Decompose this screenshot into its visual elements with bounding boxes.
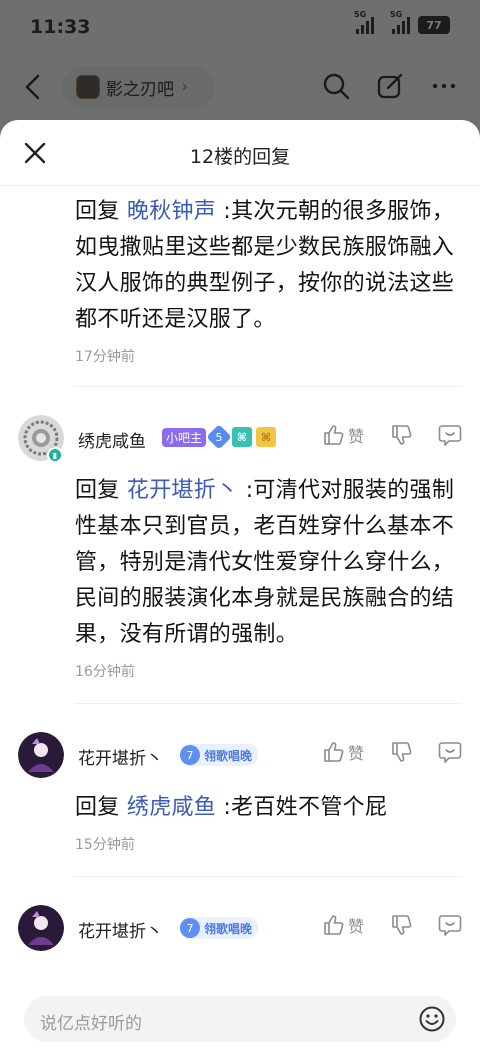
reply-prefix: 回复 bbox=[75, 199, 120, 224]
reply-input-bar: 说亿点好听的 bbox=[0, 986, 480, 1056]
avatar[interactable] bbox=[18, 732, 64, 778]
status-time: 11:33 bbox=[30, 16, 91, 38]
username[interactable]: 花开堪折丶 bbox=[78, 744, 163, 769]
reply-list[interactable]: 回复 晚秋钟声 :其次元朝的很多服饰，如曳撒贴里这些都是少数民族服饰融入汉人服饰… bbox=[0, 186, 480, 986]
comment-icon[interactable] bbox=[438, 741, 462, 763]
input-placeholder: 说亿点好听的 bbox=[40, 1014, 142, 1034]
thumbs-down-icon[interactable] bbox=[390, 424, 412, 446]
reply-prefix: 回复 bbox=[75, 795, 120, 820]
role-badge: 小吧主 bbox=[162, 427, 207, 447]
medal-icon-2: ⌘ bbox=[256, 427, 277, 447]
comment-icon[interactable] bbox=[438, 424, 462, 446]
medal-icon: ⌘ bbox=[232, 427, 253, 447]
status-indicators: 5G 5G 77 bbox=[354, 10, 450, 34]
reply-prefix: 回复 bbox=[75, 478, 120, 503]
forum-chip[interactable]: 影之刃吧 › bbox=[62, 66, 214, 108]
reply-text[interactable]: 回复 花开堪折丶 :可清代对服装的强制性基本只到官员，老百姓穿什么基本不管，特别… bbox=[75, 473, 462, 653]
thumbs-up-icon bbox=[324, 742, 344, 762]
reply-item: 回复 晚秋钟声 :其次元朝的很多服饰，如曳撒贴里这些都是少数民族服饰融入汉人服饰… bbox=[0, 186, 480, 387]
member-badge-icon: ▮ bbox=[47, 447, 63, 463]
emoji-icon[interactable] bbox=[418, 1005, 446, 1033]
reply-time: 16分钟前 bbox=[75, 664, 135, 680]
thumbs-up-icon bbox=[324, 425, 344, 445]
nav-actions bbox=[322, 72, 458, 100]
forum-name: 影之刃吧 bbox=[106, 79, 174, 100]
username[interactable]: 绣虎咸鱼 bbox=[78, 427, 146, 452]
avatar[interactable] bbox=[18, 905, 64, 951]
status-bar: 11:33 5G 5G 77 bbox=[0, 0, 480, 56]
user-badges: 7 翎歌唱晚 bbox=[180, 917, 259, 939]
mention-link[interactable]: 绣虎咸鱼 bbox=[127, 795, 216, 820]
thumbs-down-icon[interactable] bbox=[390, 741, 412, 763]
reply-actions: 赞 bbox=[322, 740, 462, 764]
reply-text[interactable]: 回复 绣虎咸鱼 :老百姓不管个屁 bbox=[75, 790, 462, 826]
signal-icon-2: 5G bbox=[390, 10, 410, 34]
mention-link[interactable]: 晚秋钟声 bbox=[127, 199, 216, 224]
mention-link[interactable]: 花开堪折丶 bbox=[127, 478, 239, 503]
back-icon[interactable] bbox=[22, 72, 44, 102]
group-badge: 7 翎歌唱晚 bbox=[180, 917, 259, 939]
signal-icon: 5G bbox=[354, 10, 374, 34]
background-nav: 影之刃吧 › bbox=[0, 60, 480, 116]
reply-actions: 赞 bbox=[322, 423, 462, 447]
reply-sheet: 12楼的回复 回复 晚秋钟声 :其次元朝的很多服饰，如曳撒贴里这些都是少数民族服… bbox=[0, 120, 480, 1056]
search-icon[interactable] bbox=[322, 72, 350, 100]
group-level: 7 bbox=[180, 745, 200, 765]
sheet-title: 12楼的回复 bbox=[189, 146, 291, 168]
user-row: ▮ 绣虎咸鱼 小吧主 5 ⌘ ⌘ 赞 bbox=[0, 409, 480, 463]
like-button[interactable]: 赞 bbox=[322, 423, 364, 447]
thumbs-up-icon bbox=[324, 915, 344, 935]
forum-avatar bbox=[76, 75, 100, 99]
reply-time: 17分钟前 bbox=[75, 349, 135, 365]
reply-body: :老百姓不管个屁 bbox=[216, 795, 388, 820]
group-name: 翎歌唱晚 bbox=[204, 748, 253, 763]
like-button[interactable]: 赞 bbox=[322, 740, 364, 764]
level-badge: 5 bbox=[206, 424, 232, 450]
username[interactable]: 花开堪折丶 bbox=[78, 917, 163, 942]
group-name: 翎歌唱晚 bbox=[204, 921, 253, 936]
more-icon[interactable] bbox=[430, 72, 458, 100]
edit-icon[interactable] bbox=[376, 72, 404, 100]
like-button[interactable]: 赞 bbox=[322, 913, 364, 937]
user-badges: 7 翎歌唱晚 bbox=[180, 744, 259, 766]
comment-icon[interactable] bbox=[438, 914, 462, 936]
reply-item: 花开堪折丶 7 翎歌唱晚 赞 bbox=[0, 877, 480, 951]
thumbs-down-icon[interactable] bbox=[390, 914, 412, 936]
reply-actions: 赞 bbox=[322, 913, 462, 937]
group-badge: 7 翎歌唱晚 bbox=[180, 744, 259, 766]
sheet-header: 12楼的回复 bbox=[0, 120, 480, 186]
reply-item: 花开堪折丶 7 翎歌唱晚 赞 回复 绣虎咸鱼 :老百姓不管个屁 15分钟前 bbox=[0, 704, 480, 877]
group-level: 7 bbox=[180, 918, 200, 938]
user-row: 花开堪折丶 7 翎歌唱晚 赞 bbox=[0, 899, 480, 951]
user-badges: 小吧主 5 ⌘ ⌘ bbox=[162, 424, 277, 450]
reply-item: ▮ 绣虎咸鱼 小吧主 5 ⌘ ⌘ 赞 回复 花开堪折丶 :可清代对服装的强制性基… bbox=[0, 387, 480, 704]
reply-time: 15分钟前 bbox=[75, 837, 135, 853]
battery-icon: 77 bbox=[418, 16, 450, 34]
chevron-right-icon: › bbox=[182, 79, 188, 95]
reply-input[interactable]: 说亿点好听的 bbox=[24, 996, 456, 1042]
user-row: 花开堪折丶 7 翎歌唱晚 赞 bbox=[0, 726, 480, 778]
reply-text[interactable]: 回复 晚秋钟声 :其次元朝的很多服饰，如曳撒贴里这些都是少数民族服饰融入汉人服饰… bbox=[75, 194, 462, 338]
reply-body: :可清代对服装的强制性基本只到官员，老百姓穿什么基本不管，特别是清代女性爱穿什么… bbox=[75, 478, 455, 647]
